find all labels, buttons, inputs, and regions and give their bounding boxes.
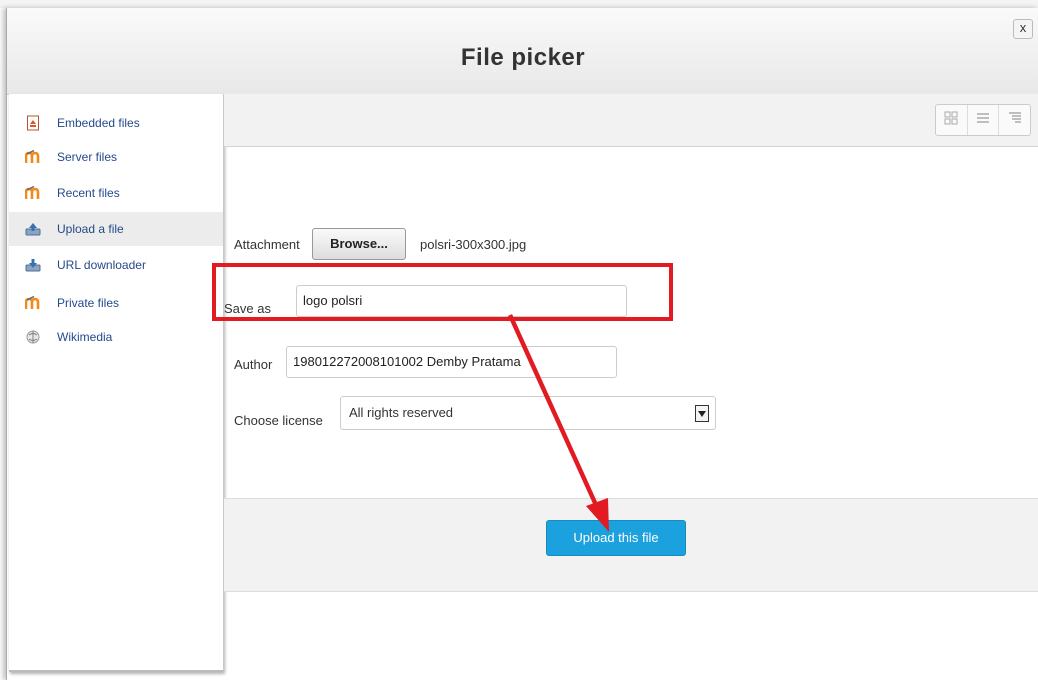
- embedded-file-icon: [25, 115, 41, 131]
- sidebar-item-url-downloader[interactable]: URL downloader: [9, 248, 223, 282]
- filepicker-toolbar: [224, 94, 1038, 147]
- license-label: Choose license: [234, 413, 323, 428]
- close-button[interactable]: x: [1013, 19, 1033, 39]
- dialog-header: File picker x: [7, 8, 1038, 95]
- upload-icon: [25, 221, 41, 237]
- chevron-down-icon: [695, 405, 709, 422]
- sidebar-item-private-files[interactable]: Private files: [9, 286, 223, 320]
- sidebar-item-wikimedia[interactable]: Wikimedia: [9, 320, 223, 354]
- license-selected-value: All rights reserved: [349, 405, 454, 420]
- sidebar-item-upload-a-file[interactable]: Upload a file: [9, 212, 223, 246]
- moodle-icon: [25, 149, 41, 165]
- attachment-label: Attachment: [234, 237, 300, 252]
- wikimedia-icon: [25, 329, 41, 345]
- url-download-icon: [25, 257, 41, 273]
- view-mode-group: [935, 104, 1031, 136]
- sidebar-item-label: Upload a file: [57, 222, 124, 236]
- author-input[interactable]: 198012272008101002 Demby Pratama: [286, 346, 617, 378]
- sidebar-item-recent-files[interactable]: Recent files: [9, 176, 223, 210]
- moodle-icon: [25, 295, 41, 311]
- dialog-title: File picker: [460, 44, 586, 71]
- list-view-button[interactable]: [968, 105, 1000, 135]
- sidebar-item-server-files[interactable]: Server files: [9, 140, 223, 174]
- background-page-strip: [0, 0, 1038, 8]
- tree-view-icon: [1008, 111, 1022, 130]
- sidebar-item-label: URL downloader: [57, 258, 146, 272]
- selected-file-name: polsri-300x300.jpg: [420, 237, 527, 252]
- sidebar-item-label: Private files: [57, 296, 120, 310]
- license-select[interactable]: All rights reserved: [340, 396, 716, 430]
- repository-sidebar: Embedded files Server files Recent files…: [9, 94, 224, 672]
- icons-view-icon: [944, 111, 958, 130]
- tree-view-button[interactable]: [999, 105, 1030, 135]
- sidebar-item-embedded-files[interactable]: Embedded files: [9, 106, 223, 140]
- file-picker-dialog: File picker x Embedded files Server file…: [6, 8, 1038, 680]
- sidebar-item-label: Embedded files: [57, 116, 140, 130]
- sidebar-item-label: Wikimedia: [57, 330, 113, 344]
- sidebar-item-label: Recent files: [57, 186, 120, 200]
- icons-view-button[interactable]: [936, 105, 968, 135]
- sidebar-item-label: Server files: [57, 150, 118, 164]
- browse-button[interactable]: Browse...: [312, 228, 406, 260]
- author-label: Author: [234, 357, 273, 372]
- moodle-icon: [25, 185, 41, 201]
- annotation-highlight-box: [212, 263, 673, 321]
- list-view-icon: [976, 111, 990, 130]
- upload-file-button[interactable]: Upload this file: [546, 520, 686, 556]
